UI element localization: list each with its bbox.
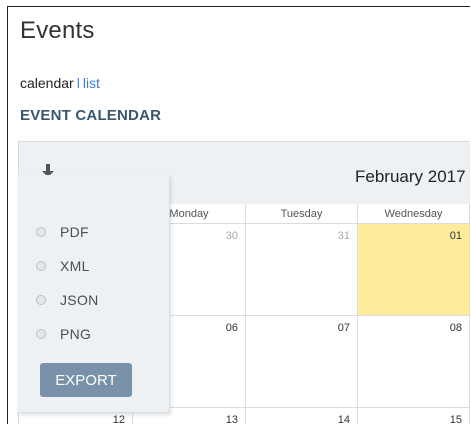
export-option-pdf[interactable]: PDF (36, 222, 89, 242)
radio-button[interactable] (36, 329, 46, 339)
app-window: Events calendar l list EVENT CALENDAR Febr… (7, 6, 470, 424)
list-view-link[interactable]: list (83, 75, 100, 91)
day-cell[interactable]: 14 (246, 408, 358, 424)
page-title: Events (20, 17, 95, 44)
export-option-png[interactable]: PNG (36, 324, 91, 344)
today-cell[interactable]: 01 (358, 224, 470, 316)
month-title: February 2017 (355, 167, 466, 186)
option-label: JSON (60, 292, 99, 308)
export-menu: PDF XML JSON PNG EXPORT (18, 175, 170, 413)
day-number: 06 (225, 322, 238, 334)
radio-button[interactable] (36, 261, 46, 271)
day-header-tuesday: Tuesday (246, 204, 358, 224)
day-number: 01 (449, 230, 462, 242)
day-cell[interactable]: 08 (358, 316, 470, 408)
day-cell[interactable]: 15 (358, 408, 470, 424)
option-label: PDF (60, 224, 89, 240)
day-number: 08 (449, 322, 462, 334)
day-number: 31 (337, 230, 350, 242)
day-number: 14 (337, 414, 350, 424)
day-number: 12 (112, 414, 125, 424)
export-option-xml[interactable]: XML (36, 256, 90, 276)
day-number: 15 (449, 414, 462, 424)
calendar-view-link[interactable]: calendar (20, 75, 74, 91)
day-cell[interactable]: 07 (246, 316, 358, 408)
day-number: 30 (225, 230, 238, 242)
export-option-json[interactable]: JSON (36, 290, 99, 310)
day-cell[interactable]: 31 (246, 224, 358, 316)
day-number: 13 (225, 414, 238, 424)
day-header-wednesday: Wednesday (358, 204, 470, 224)
day-number: 07 (337, 322, 350, 334)
view-switch: calendar l list (20, 75, 100, 91)
section-heading: EVENT CALENDAR (20, 107, 162, 124)
option-label: XML (60, 258, 90, 274)
export-button[interactable]: EXPORT (40, 363, 132, 397)
option-label: PNG (60, 326, 92, 342)
view-separator: l (76, 75, 80, 91)
radio-button[interactable] (36, 227, 46, 237)
radio-button[interactable] (36, 295, 46, 305)
